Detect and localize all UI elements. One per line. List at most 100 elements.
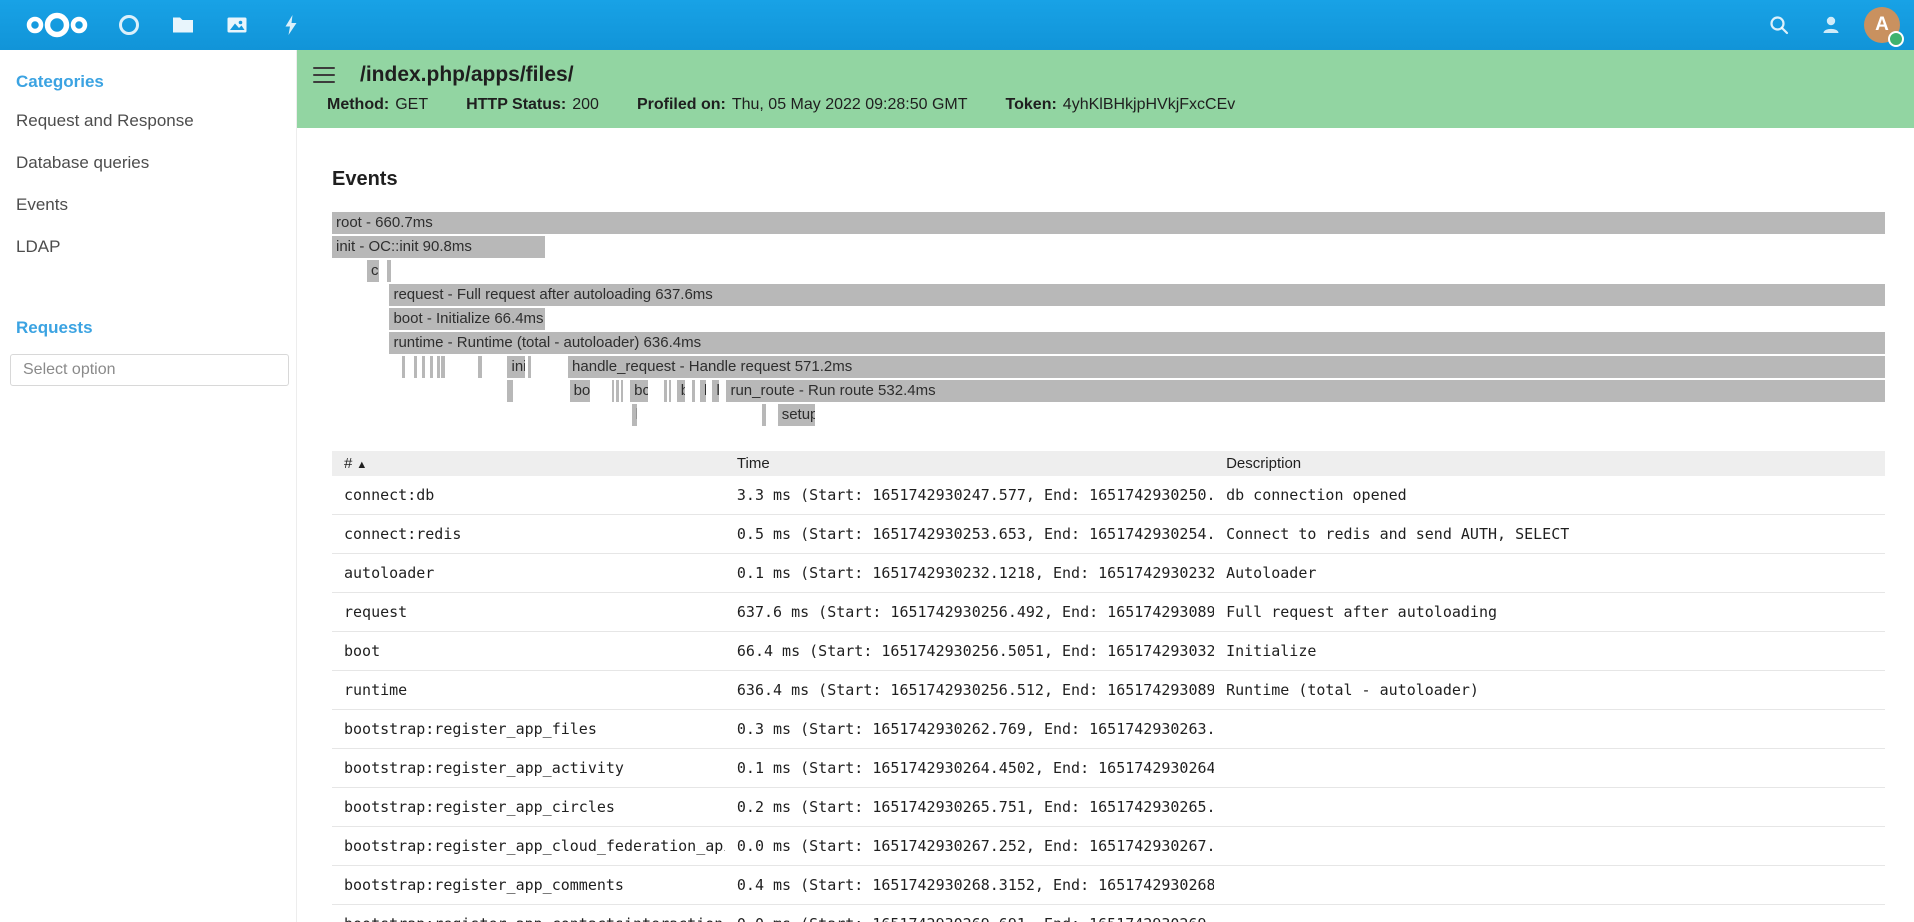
timeline-row: runtime - Runtime (total - autoloader) 6…	[332, 331, 1885, 355]
timeline-bar: run_route - Run route 532.4ms	[726, 380, 1885, 402]
event-description-cell: Full request after autoloading	[1214, 593, 1885, 632]
user-avatar[interactable]: A	[1864, 7, 1900, 43]
table-row: autoloader0.1 ms (Start: 1651742930232.1…	[332, 554, 1885, 593]
timeline-row: root - 660.7ms	[332, 211, 1885, 235]
timeline-bar	[528, 356, 531, 378]
timeline-row: c	[332, 259, 1885, 283]
event-name-cell: autoloader	[332, 554, 725, 593]
timeline-bar: l	[700, 380, 706, 402]
request-select[interactable]: Select option	[10, 354, 289, 386]
timeline-row: lsetup	[332, 403, 1885, 427]
timeline-bar	[664, 380, 666, 402]
timeline-bar	[422, 356, 425, 378]
table-row: request637.6 ms (Start: 1651742930256.49…	[332, 593, 1885, 632]
table-row: bootstrap:register_app_activity0.1 ms (S…	[332, 749, 1885, 788]
table-header-number[interactable]: #▲	[332, 451, 725, 476]
table-row: bootstrap:register_app_circles0.2 ms (St…	[332, 788, 1885, 827]
table-row: boot66.4 ms (Start: 1651742930256.5051, …	[332, 632, 1885, 671]
timeline-bar	[437, 356, 440, 378]
timeline-bar: root - 660.7ms	[332, 212, 1885, 234]
event-time-cell: 0.3 ms (Start: 1651742930262.769, End: 1…	[725, 710, 1214, 749]
timeline-bar: runtime - Runtime (total - autoloader) 6…	[389, 332, 1885, 354]
timeline-bar	[762, 404, 766, 426]
request-meta-row: Method:GETHTTP Status:200Profiled on:Thu…	[297, 87, 1914, 114]
events-timeline: root - 660.7msinit - OC::init 90.8mscreq…	[332, 211, 1885, 427]
table-header-time[interactable]: Time	[725, 451, 1214, 476]
main-panel: /index.php/apps/files/ Method:GET HTTP St…	[297, 50, 1914, 922]
event-name-cell: bootstrap:register_app_activity	[332, 749, 725, 788]
search-icon[interactable]	[1760, 0, 1798, 50]
meta-item: Token:4yhKlBHkjpHVkjFxcCEv	[1006, 96, 1236, 114]
meta-label: Method:	[327, 96, 389, 113]
timeline-bar: c	[367, 260, 379, 282]
request-url-title: /index.php/apps/files/	[360, 63, 574, 87]
event-description-cell	[1214, 866, 1885, 905]
activity-icon[interactable]	[264, 0, 318, 50]
event-time-cell: 0.1 ms (Start: 1651742930232.1218, End: …	[725, 554, 1214, 593]
timeline-row: boot - Initialize 66.4ms	[332, 307, 1885, 331]
events-table: #▲ Time Description connect:db3.3 ms (St…	[332, 451, 1885, 922]
table-row: bootstrap:register_app_contactsinteracti…	[332, 905, 1885, 922]
event-time-cell: 636.4 ms (Start: 1651742930256.512, End:…	[725, 671, 1214, 710]
timeline-bar	[507, 380, 512, 402]
timeline-bar: b	[677, 380, 686, 402]
profile-header: /index.php/apps/files/ Method:GET HTTP St…	[297, 50, 1914, 128]
timeline-bar: ini	[507, 356, 524, 378]
sort-asc-icon: ▲	[356, 459, 367, 471]
event-name-cell: request	[332, 593, 725, 632]
timeline-row: inihandle_request - Handle request 571.2…	[332, 355, 1885, 379]
table-header-description[interactable]: Description	[1214, 451, 1885, 476]
event-name-cell: runtime	[332, 671, 725, 710]
timeline-bar: setup	[778, 404, 815, 426]
category-list: Request and ResponseDatabase queriesEven…	[0, 100, 296, 268]
timeline-bar	[616, 380, 618, 402]
timeline-bar	[692, 380, 694, 402]
sidebar-item-events[interactable]: Events	[0, 184, 296, 226]
dashboard-icon[interactable]	[102, 0, 156, 50]
meta-value: 200	[572, 96, 599, 113]
menu-icon[interactable]	[313, 67, 335, 83]
timeline-bar	[387, 260, 390, 282]
timeline-bar	[621, 380, 623, 402]
sidebar-item-request-and-response[interactable]: Request and Response	[0, 100, 296, 142]
avatar-letter: A	[1875, 14, 1889, 36]
timeline-bar	[402, 356, 405, 378]
event-description-cell: Initialize	[1214, 632, 1885, 671]
timeline-bar: boot - Initialize 66.4ms	[389, 308, 544, 330]
files-icon[interactable]	[156, 0, 210, 50]
meta-value: Thu, 05 May 2022 09:28:50 GMT	[732, 96, 968, 113]
event-description-cell: Autoloader	[1214, 554, 1885, 593]
event-time-cell: 0.4 ms (Start: 1651742930268.3152, End: …	[725, 866, 1214, 905]
event-description-cell: Connect to redis and send AUTH, SELECT	[1214, 515, 1885, 554]
timeline-bar	[414, 356, 417, 378]
table-row: bootstrap:register_app_files0.3 ms (Star…	[332, 710, 1885, 749]
timeline-row: bobcbllrun_route - Run route 532.4ms	[332, 379, 1885, 403]
event-time-cell: 637.6 ms (Start: 1651742930256.492, End:…	[725, 593, 1214, 632]
categories-header: Categories	[0, 64, 296, 100]
timeline-bar	[441, 356, 444, 378]
event-name-cell: connect:redis	[332, 515, 725, 554]
event-name-cell: boot	[332, 632, 725, 671]
event-time-cell: 0.5 ms (Start: 1651742930253.653, End: 1…	[725, 515, 1214, 554]
sidebar-item-database-queries[interactable]: Database queries	[0, 142, 296, 184]
timeline-row: init - OC::init 90.8ms	[332, 235, 1885, 259]
contacts-icon[interactable]	[1812, 0, 1850, 50]
event-name-cell: connect:db	[332, 476, 725, 515]
photos-icon[interactable]	[210, 0, 264, 50]
sidebar-item-ldap[interactable]: LDAP	[0, 226, 296, 268]
timeline-bar: request - Full request after autoloading…	[389, 284, 1885, 306]
event-description-cell	[1214, 905, 1885, 922]
timeline-bar	[430, 356, 433, 378]
timeline-bar	[669, 380, 671, 402]
meta-label: HTTP Status:	[466, 96, 566, 113]
table-row: runtime636.4 ms (Start: 1651742930256.51…	[332, 671, 1885, 710]
table-row: connect:db3.3 ms (Start: 1651742930247.5…	[332, 476, 1885, 515]
event-name-cell: bootstrap:register_app_contactsinteracti…	[332, 905, 725, 922]
user-status-dot	[1888, 31, 1904, 47]
event-time-cell: 66.4 ms (Start: 1651742930256.5051, End:…	[725, 632, 1214, 671]
event-time-cell: 0.2 ms (Start: 1651742930265.751, End: 1…	[725, 788, 1214, 827]
event-description-cell	[1214, 710, 1885, 749]
table-row: connect:redis0.5 ms (Start: 165174293025…	[332, 515, 1885, 554]
nextcloud-logo-icon[interactable]	[26, 12, 88, 38]
meta-item: Method:GET	[327, 96, 428, 114]
